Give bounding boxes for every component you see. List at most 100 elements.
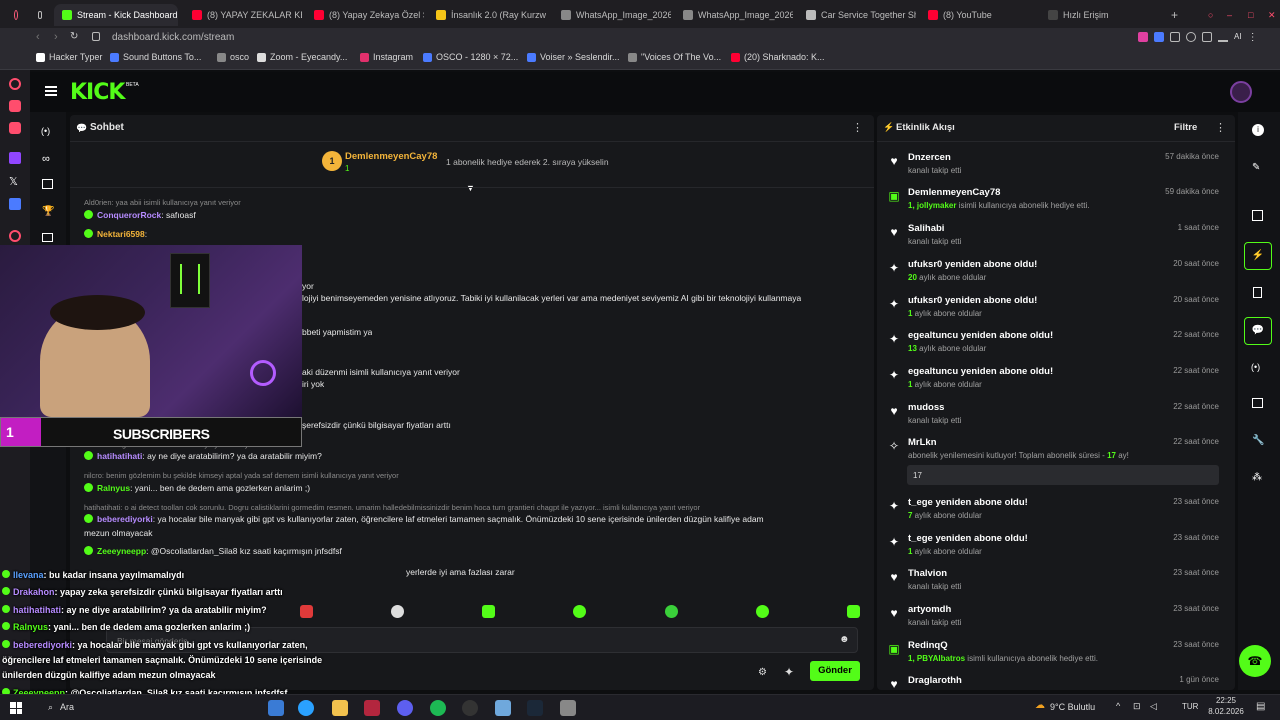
weather-text[interactable]: 9°C Bulutlu	[1050, 702, 1095, 712]
feed-item-name[interactable]: t_ege yeniden abone oldu!	[908, 497, 1028, 508]
support-chat-button[interactable]: ☎	[1239, 645, 1271, 677]
avatar[interactable]	[1230, 81, 1252, 103]
quick-access-tab[interactable]: Hızlı Erişim	[1040, 4, 1120, 26]
feed-item[interactable]: ♥ mudoss 22 saat önce kanalı takip etti	[883, 402, 1225, 432]
emote-icon[interactable]	[300, 605, 313, 618]
volume-icon[interactable]: ◁	[1150, 701, 1157, 712]
activity-feed-toggle-icon[interactable]: ⚡	[1244, 242, 1272, 270]
pinned-gifter-name[interactable]: DemlenmeyenCay78	[345, 151, 437, 162]
feed-item[interactable]: ✦ ufuksr0 yeniden abone oldu! 20 saat önce…	[883, 295, 1225, 325]
feed-item[interactable]: ♥ Thalvion 23 saat önce kanalı takip etti	[883, 568, 1225, 598]
points-icon[interactable]: ✦	[784, 665, 794, 679]
tab-overview-icon[interactable]	[30, 4, 50, 26]
feed-item[interactable]: ▣ DemlenmeyenCay78 59 dakika önce 1, jollym…	[883, 187, 1225, 217]
feed-item-name[interactable]: egealtuncu yeniden abone oldu!	[908, 366, 1053, 377]
search-tabs-icon[interactable]: ○	[1200, 4, 1216, 26]
trophy-icon[interactable]: 🏆	[42, 206, 54, 217]
chat-message[interactable]: hatihatihati: ay ne diye aratabilirim? y…	[84, 451, 322, 461]
feed-item[interactable]: ✧ MrLkn 22 saat önce abonelik yenilemesini …	[883, 437, 1225, 487]
chat-message[interactable]: ConquerorRock: safıoasf	[84, 210, 196, 220]
kick-logo[interactable]: KICK	[70, 80, 125, 105]
feed-item-name[interactable]: Dnzercen	[908, 152, 951, 163]
feed-item-name[interactable]: egealtuncu yeniden abone oldu!	[908, 330, 1053, 341]
bookmark-item[interactable]: Zoom - Eyecandy...	[257, 52, 347, 62]
language-indicator[interactable]: TUR	[1182, 702, 1198, 711]
chat-message[interactable]: şerefsizdir çünkü bilgisayar fiyatları a…	[302, 420, 451, 430]
steam-icon[interactable]	[527, 700, 543, 716]
start-icon[interactable]	[10, 702, 22, 714]
new-tab-button[interactable]: +	[1163, 4, 1181, 26]
chat-message[interactable]: yerlerde iyi ama fazlası zarar	[406, 567, 515, 577]
feed-item[interactable]: ♥ Salihabi 1 saat önce kanalı takip etti	[883, 223, 1225, 253]
extensions-icon[interactable]	[1202, 32, 1212, 42]
settings-gear-icon[interactable]: ⚙	[758, 667, 767, 678]
browser-tab[interactable]: WhatsApp_Image_2026-	[553, 4, 671, 26]
info-icon[interactable]: i	[1252, 124, 1264, 136]
chat-message[interactable]: iri yok	[302, 379, 324, 389]
hamburger-menu-icon[interactable]	[45, 86, 57, 96]
browser-tab[interactable]: İnsanlık 2.0 (Ray Kurzwe	[428, 4, 546, 26]
feed-item[interactable]: ♥ Dnzercen 57 dakika önce kanalı takip etti	[883, 152, 1225, 182]
feed-item-name[interactable]: mudoss	[908, 402, 944, 413]
network-icon[interactable]: ⊡	[1133, 701, 1141, 712]
emote-icon[interactable]	[846, 605, 860, 618]
browser-tab[interactable]: (8) YouTube	[920, 4, 1020, 26]
browser-tab[interactable]: WhatsApp_Image_2026-	[675, 4, 793, 26]
browser-menu-icon[interactable]	[6, 4, 26, 26]
settings-icon[interactable]	[1186, 32, 1196, 42]
stream-icon[interactable]: (•)	[41, 126, 50, 136]
link-icon[interactable]: ∞	[42, 153, 50, 165]
tray-chevron-icon[interactable]: ^	[1116, 701, 1120, 711]
moderation-icon[interactable]	[1252, 398, 1263, 408]
emote-icon[interactable]	[482, 605, 496, 618]
feed-item[interactable]: ✦ t_ege yeniden abone oldu! 23 saat önce 7 …	[883, 497, 1225, 527]
chat-message[interactable]: Zeeeyneepp: @Oscoliatlardan_Sila8 kız sa…	[84, 546, 342, 556]
chart-icon[interactable]	[42, 179, 53, 189]
feed-item[interactable]: ✦ ufuksr0 yeniden abone oldu! 20 saat önce…	[883, 259, 1225, 289]
emoji-icon[interactable]: ☻	[839, 634, 850, 645]
discord-icon[interactable]	[397, 700, 413, 716]
browser-tab[interactable]: Stream - Kick Dashboard	[54, 4, 178, 26]
taskbar-search[interactable]: Ara	[60, 702, 74, 712]
bookmark-item[interactable]: Sound Buttons To...	[110, 52, 201, 62]
chat-username[interactable]: ConquerorRock	[97, 210, 161, 220]
folder-icon[interactable]	[332, 700, 348, 716]
close-window-button[interactable]: ✕	[1260, 4, 1276, 26]
chat-message[interactable]: beberediyorki: ya hocalar bile manyak gi…	[84, 514, 764, 524]
sidebar-icon[interactable]	[9, 100, 21, 112]
edge-icon[interactable]	[298, 700, 314, 716]
chat-message[interactable]: nilcro: benim gözlemim bu şekilde kimsey…	[84, 470, 399, 480]
app-icon[interactable]	[268, 700, 284, 716]
chat-username[interactable]: Zeeeyneepp	[97, 546, 146, 556]
bookmark-item[interactable]: Hacker Typer	[36, 52, 102, 62]
notes-icon[interactable]	[1253, 287, 1262, 298]
browser-tab[interactable]: (8) YAPAY ZEKALAR KEN	[184, 4, 302, 26]
clock-time[interactable]: 22:25	[1206, 696, 1246, 705]
spotify-icon[interactable]	[430, 700, 446, 716]
feed-item[interactable]: ♥ artyomdh 23 saat önce kanalı takip etti	[883, 604, 1225, 634]
chat-message[interactable]: hatihatihati: o ai detect toolları cok s…	[84, 502, 700, 512]
bookmark-item[interactable]: osco	[217, 52, 249, 62]
browser-tab[interactable]: Car Service Together Sh	[798, 4, 916, 26]
feed-item-name[interactable]: artyomdh	[908, 604, 951, 615]
extension-icon[interactable]	[1170, 32, 1180, 42]
x-icon[interactable]: 𝕏	[9, 175, 18, 188]
chat-message[interactable]: Nektari6598:	[84, 229, 147, 239]
opera-icon[interactable]	[364, 700, 380, 716]
feed-item-name[interactable]: Salihabi	[908, 223, 944, 234]
clock-date[interactable]: 8.02.2026	[1202, 707, 1250, 716]
bookmark-item[interactable]: "Voices Of The Vo...	[628, 52, 721, 62]
emote-icon[interactable]	[573, 605, 587, 618]
notifications-icon[interactable]: ▤	[1256, 701, 1265, 712]
chat-message[interactable]: Ald0rien: yaa abii isimli kullanıcıya ya…	[84, 197, 241, 207]
feed-item-name[interactable]: ufuksr0 yeniden abone oldu!	[908, 295, 1037, 306]
chat-message[interactable]: bbeti yapmistim ya	[302, 327, 372, 337]
back-icon[interactable]: ‹	[36, 31, 40, 43]
media-icon[interactable]	[42, 233, 53, 242]
chat-message[interactable]: Ralnyus: yani... ben de dedem ama gozler…	[84, 483, 310, 493]
collapse-pinned-icon[interactable]: ▼	[466, 183, 475, 193]
feed-item-name[interactable]: t_ege yeniden abone oldu!	[908, 533, 1028, 544]
app-icon[interactable]	[9, 198, 21, 210]
feed-item-name[interactable]: RedinqQ	[908, 640, 948, 651]
edit-icon[interactable]: ✎	[1252, 162, 1260, 173]
